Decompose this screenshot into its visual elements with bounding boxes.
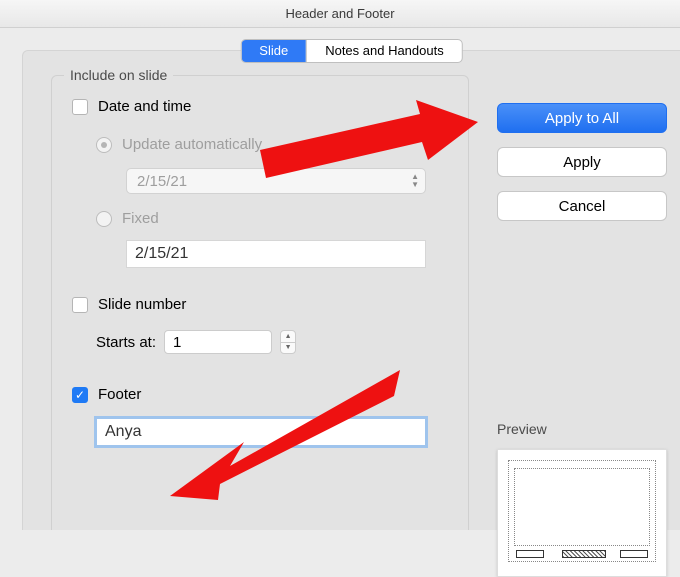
preview-thumbnail (497, 449, 667, 577)
starts-at-label: Starts at: (96, 334, 156, 351)
stepper-down-icon: ▼ (281, 342, 295, 354)
update-auto-radio[interactable] (96, 137, 112, 153)
fixed-date-input[interactable]: 2/15/21 (126, 240, 426, 268)
slide-number-checkbox[interactable] (72, 297, 88, 313)
fixed-label: Fixed (122, 210, 159, 227)
dialog-body: Slide Notes and Handouts Include on slid… (22, 50, 680, 530)
starts-at-stepper[interactable]: ▲ ▼ (280, 330, 296, 354)
include-on-slide-label: Include on slide (64, 67, 173, 83)
date-format-value: 2/15/21 (137, 173, 187, 190)
apply-to-all-button[interactable]: Apply to All (497, 103, 667, 133)
tab-notes-handouts[interactable]: Notes and Handouts (306, 40, 462, 62)
footer-text-input[interactable]: Anya (96, 418, 426, 446)
right-column: Apply to All Apply Cancel Preview (497, 103, 667, 577)
footer-text-value: Anya (105, 423, 141, 441)
date-time-label: Date and time (98, 98, 191, 115)
fixed-radio[interactable] (96, 211, 112, 227)
tab-slide[interactable]: Slide (241, 40, 306, 62)
chevron-updown-icon: ▲▼ (411, 173, 419, 189)
window-title: Header and Footer (0, 0, 680, 28)
starts-at-value: 1 (173, 334, 181, 351)
footer-checkbox[interactable] (72, 387, 88, 403)
cancel-button[interactable]: Cancel (497, 191, 667, 221)
slide-number-label: Slide number (98, 296, 186, 313)
date-time-checkbox[interactable] (72, 99, 88, 115)
tab-switcher: Slide Notes and Handouts (240, 39, 462, 63)
preview-label: Preview (497, 421, 667, 437)
include-on-slide-group: Include on slide Date and time Update au… (51, 75, 469, 530)
stepper-up-icon: ▲ (281, 331, 295, 342)
footer-label: Footer (98, 386, 141, 403)
apply-button[interactable]: Apply (497, 147, 667, 177)
fixed-date-value: 2/15/21 (135, 245, 188, 263)
date-format-select[interactable]: 2/15/21 ▲▼ (126, 168, 426, 194)
starts-at-input[interactable]: 1 (164, 330, 272, 354)
update-auto-label: Update automatically (122, 136, 262, 153)
